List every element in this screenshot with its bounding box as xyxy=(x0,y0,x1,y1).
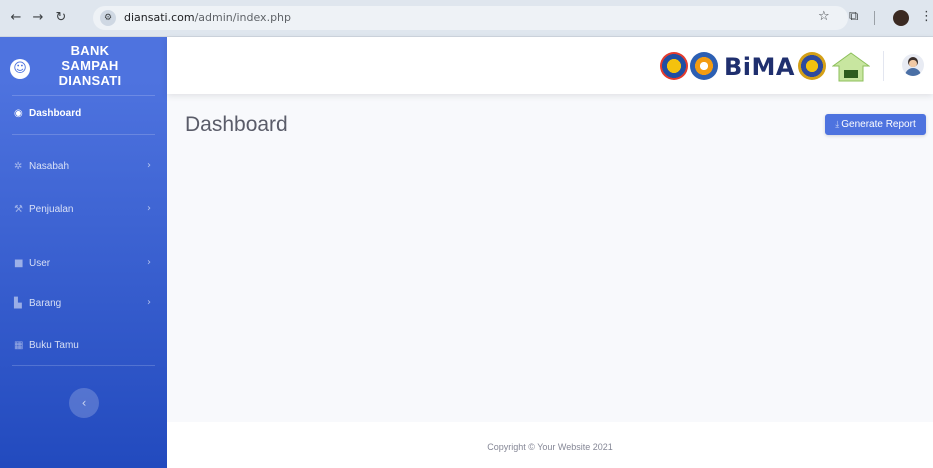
site-info-icon[interactable]: ⚙ xyxy=(100,10,116,26)
chevron-right-icon: › xyxy=(147,257,151,268)
footer: Copyright © Your Website 2021 xyxy=(167,422,933,468)
partner-logos: BiMA xyxy=(660,50,870,82)
sidebar-item-dashboard[interactable]: ◉ Dashboard xyxy=(0,103,167,127)
page-title: Dashboard xyxy=(185,113,288,136)
bookmark-star-icon[interactable]: ☆ xyxy=(818,9,830,24)
chevron-right-icon: › xyxy=(147,160,151,171)
wrench-icon: ⚒ xyxy=(14,204,23,215)
table-icon: ▦ xyxy=(14,340,24,351)
user-avatar[interactable] xyxy=(902,54,924,76)
sidebar-item-nasabah[interactable]: ✲ Nasabah › xyxy=(0,156,167,180)
back-icon[interactable]: ← xyxy=(8,10,24,26)
sidebar-item-label: Nasabah xyxy=(29,161,70,172)
sidebar-divider xyxy=(12,365,155,366)
reload-icon[interactable]: ↻ xyxy=(53,10,69,26)
browser-toolbar: ← → ↻ ⚙ diansati.com/admin/index.php ☆ ⧉… xyxy=(0,0,933,37)
diansati-house-logo-icon xyxy=(832,52,870,82)
kampus-merdeka-logo-icon xyxy=(690,52,718,80)
generate-report-button[interactable]: ⤓ Generate Report xyxy=(825,114,926,135)
sidebar-item-label: Dashboard xyxy=(29,108,82,119)
generate-report-label: Generate Report xyxy=(841,119,916,130)
sidebar-brand[interactable]: ☺ BANK SAMPAH DIANSATI xyxy=(0,37,167,94)
sidebar-item-label: Buku Tamu xyxy=(29,340,79,351)
tut-wuri-logo-icon xyxy=(660,52,688,80)
sidebar-item-barang[interactable]: ▙ Barang › xyxy=(0,293,167,317)
topbar: BiMA xyxy=(167,37,933,94)
sidebar-divider xyxy=(12,134,155,135)
forward-icon[interactable]: → xyxy=(30,10,46,26)
brand-line-2: SAMPAH xyxy=(61,58,119,73)
chevron-right-icon: › xyxy=(147,203,151,214)
chevron-right-icon: › xyxy=(147,297,151,308)
brand-line-1: BANK xyxy=(70,43,110,58)
cog-icon: ✲ xyxy=(14,161,23,172)
folder-icon: ■ xyxy=(14,258,24,269)
sidebar-divider xyxy=(12,95,155,96)
chart-area-icon: ▙ xyxy=(14,298,22,309)
sidebar-item-label: Barang xyxy=(29,298,62,309)
tachometer-icon: ◉ xyxy=(14,108,23,119)
sidebar-item-label: Penjualan xyxy=(29,204,74,215)
url-domain: diansati.com xyxy=(124,11,195,24)
download-icon: ⤓ xyxy=(835,120,840,130)
browser-profile-avatar[interactable] xyxy=(893,10,909,26)
sidebar-toggle-button[interactable]: ‹ xyxy=(69,388,99,418)
extensions-icon[interactable]: ⧉ xyxy=(849,9,858,24)
copyright-text: Copyright © Your Website 2021 xyxy=(487,442,613,452)
address-bar-url[interactable]: diansati.com/admin/index.php xyxy=(124,11,291,24)
topbar-divider xyxy=(883,51,884,81)
brand-name: BANK SAMPAH DIANSATI xyxy=(50,43,130,88)
sidebar-item-label: User xyxy=(29,258,51,269)
bima-logo: BiMA xyxy=(724,53,795,81)
browser-menu-icon[interactable]: ⋮ xyxy=(920,9,933,24)
toolbar-separator xyxy=(874,11,875,25)
sidebar-item-user[interactable]: ■ User › xyxy=(0,253,167,277)
sidebar-item-penjualan[interactable]: ⚒ Penjualan › xyxy=(0,199,167,223)
sidebar-item-buku-tamu[interactable]: ▦ Buku Tamu xyxy=(0,335,167,359)
brand-line-3: DIANSATI xyxy=(58,73,122,88)
url-path: /admin/index.php xyxy=(194,11,291,24)
university-seal-icon xyxy=(798,52,826,80)
laugh-wink-icon: ☺ xyxy=(10,59,30,79)
sidebar: ☺ BANK SAMPAH DIANSATI ◉ Dashboard ✲ Nas… xyxy=(0,37,167,468)
